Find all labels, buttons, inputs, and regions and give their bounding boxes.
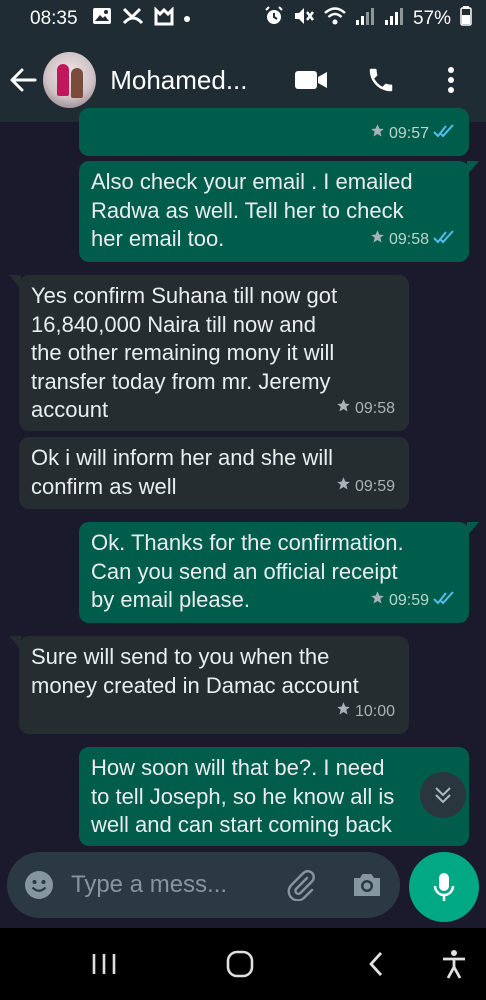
back-button[interactable] [2, 58, 43, 102]
mic-icon [433, 873, 455, 901]
emoji-icon [25, 871, 53, 899]
attach-icon [287, 870, 315, 901]
message-bubble-incoming[interactable]: Yes confirm Suhana till now got 16,840,0… [9, 275, 409, 431]
camera-icon [354, 874, 380, 896]
notification-dot-icon [183, 16, 190, 22]
status-bar: 08:35 57% [0, 0, 486, 38]
status-time: 08:35 [30, 8, 78, 29]
app-icon [154, 6, 174, 32]
message-time: 09:57 [388, 124, 429, 142]
message-bubble-incoming[interactable]: Sure will send to you when the money cre… [9, 636, 409, 734]
message-meta: 09:57 [370, 120, 455, 149]
star-icon [370, 587, 385, 616]
home-button[interactable] [220, 946, 260, 982]
contact-name[interactable]: Mohamed... [110, 65, 276, 96]
battery-percent: 57% [412, 8, 451, 29]
message-time: 10:00 [354, 702, 395, 720]
star-icon [336, 395, 351, 424]
voice-call-button[interactable] [346, 50, 416, 110]
message-input[interactable]: Type a mess... [71, 871, 268, 899]
message-time: 09:58 [388, 230, 429, 248]
read-receipt-icon [433, 587, 455, 616]
more-options-icon [448, 67, 454, 93]
message-text: Sure will send to you when the money cre… [31, 644, 359, 698]
message-bubble-outgoing[interactable]: How soon will that be?. I need to tell J… [79, 747, 469, 846]
emoji-button[interactable] [7, 852, 71, 918]
message-bubble-outgoing[interactable]: Also check your email . I emailed Radwa … [79, 161, 479, 262]
recent-apps-icon [92, 954, 116, 974]
message-composer: Type a mess... [7, 852, 400, 918]
alarm-icon [264, 6, 284, 32]
voice-call-icon [369, 68, 393, 92]
back-nav-button[interactable] [356, 946, 396, 982]
contact-avatar[interactable] [43, 52, 97, 108]
message-time: 09:59 [354, 477, 395, 495]
arrow-left-icon [10, 68, 37, 92]
home-icon [226, 950, 254, 978]
message-meta: 09:58 [370, 226, 455, 255]
message-time: 09:59 [388, 591, 429, 609]
chevron-left-icon [369, 952, 383, 976]
message-meta: 09:59 [370, 587, 455, 616]
message-text: How soon will that be?. I need to tell J… [91, 755, 395, 837]
system-navigation-bar [0, 928, 486, 1000]
recent-apps-button[interactable] [84, 946, 124, 982]
camera-button[interactable] [334, 852, 400, 918]
star-icon [336, 473, 351, 502]
double-chevron-down-icon [435, 787, 451, 804]
missed-call-icon [122, 7, 144, 31]
gallery-icon [92, 7, 112, 31]
video-call-button[interactable] [276, 50, 346, 110]
battery-icon [460, 6, 472, 32]
accessibility-button[interactable] [434, 946, 474, 982]
wifi-icon [324, 6, 346, 32]
star-icon [370, 120, 385, 149]
scroll-to-bottom-button[interactable] [420, 772, 466, 818]
star-icon [336, 698, 351, 727]
read-receipt-icon [433, 226, 455, 255]
star-icon [370, 226, 385, 255]
mute-icon [293, 6, 315, 32]
accessibility-icon [443, 950, 465, 979]
read-receipt-icon [433, 120, 455, 149]
message-meta: 09:59 [336, 473, 395, 502]
message-bubble-outgoing[interactable]: Ok. Thanks for the confirmation. Can you… [79, 522, 479, 623]
message-meta: 10:00 [336, 698, 395, 727]
message-bubble-outgoing[interactable]: 09:57 [79, 108, 469, 156]
message-bubble-incoming[interactable]: Ok i will inform her and she will confir… [19, 437, 409, 509]
message-meta: 09:58 [336, 395, 395, 424]
voice-message-button[interactable] [409, 852, 479, 922]
signal-icon [355, 6, 375, 32]
more-options-button[interactable] [416, 50, 486, 110]
message-time: 09:58 [354, 399, 395, 417]
signal-icon [384, 6, 404, 32]
attach-button[interactable] [268, 852, 334, 918]
video-call-icon [295, 71, 327, 89]
